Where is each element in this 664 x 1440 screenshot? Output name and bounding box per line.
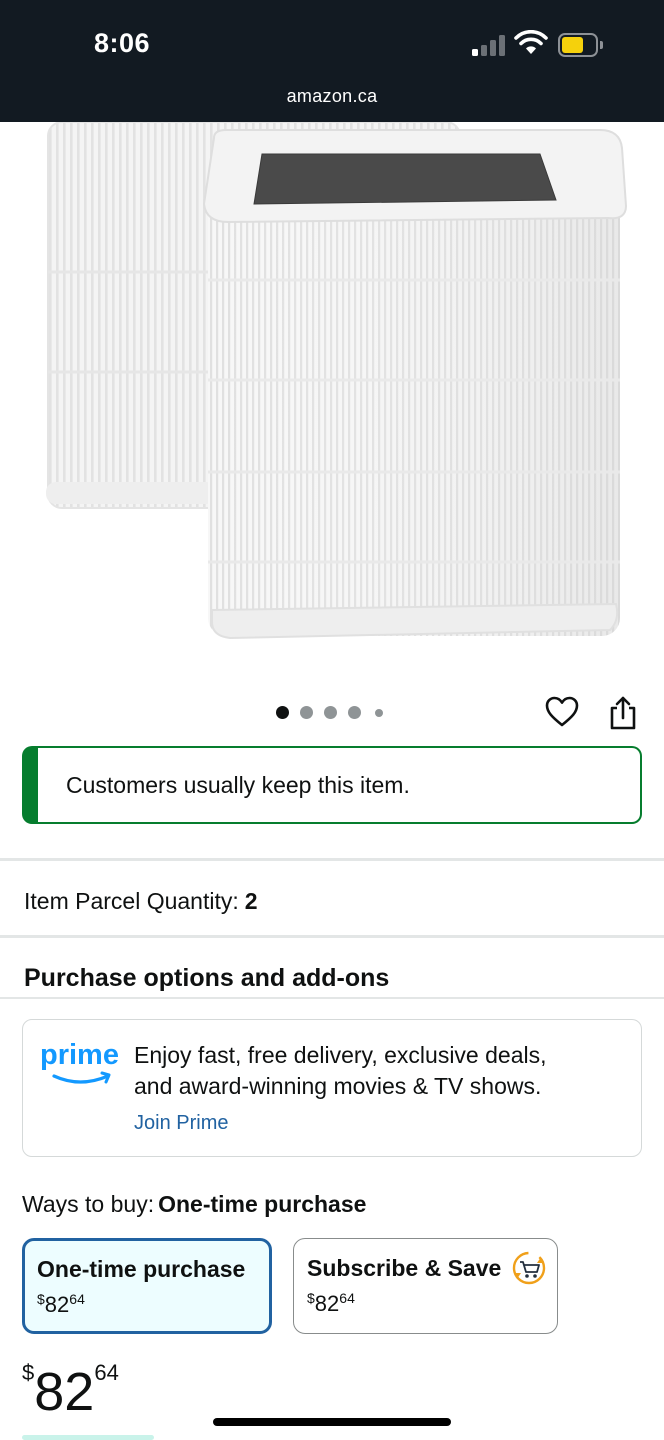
option-price: $8264 bbox=[37, 1291, 85, 1317]
ways-to-buy-label: Ways to buy: bbox=[22, 1191, 155, 1217]
option-title: Subscribe & Save bbox=[307, 1255, 502, 1281]
carousel-dot[interactable] bbox=[324, 706, 337, 719]
parcel-quantity-label: Item Parcel Quantity: bbox=[24, 888, 239, 914]
price-whole: 82 bbox=[34, 1362, 95, 1422]
browser-url[interactable]: amazon.ca bbox=[0, 86, 664, 107]
carousel-dot[interactable] bbox=[375, 709, 383, 717]
divider bbox=[0, 858, 664, 861]
option-title: One-time purchase bbox=[37, 1256, 246, 1282]
divider bbox=[0, 997, 664, 999]
carousel-dot[interactable] bbox=[276, 706, 289, 719]
product-price: $8264 bbox=[22, 1360, 119, 1423]
subscribe-and-save-option[interactable]: Subscribe & Save $8264 bbox=[293, 1238, 558, 1334]
divider bbox=[0, 935, 664, 938]
ways-to-buy: Ways to buy: One-time purchase bbox=[22, 1191, 366, 1218]
parcel-quantity-value: 2 bbox=[244, 888, 258, 914]
one-time-purchase-option[interactable]: One-time purchase $8264 bbox=[22, 1238, 272, 1334]
parcel-quantity: Item Parcel Quantity: 2 bbox=[24, 888, 258, 915]
carousel-dot[interactable] bbox=[300, 706, 313, 719]
option-price: $8264 bbox=[307, 1290, 355, 1316]
share-icon[interactable] bbox=[606, 694, 640, 732]
subscribe-cart-icon bbox=[512, 1251, 546, 1285]
signal-icon bbox=[472, 34, 506, 56]
prime-benefit-line-2: and award-winning movies & TV shows. bbox=[134, 1073, 542, 1099]
battery-icon bbox=[558, 33, 604, 57]
purchase-options-title: Purchase options and add-ons bbox=[24, 964, 390, 992]
home-indicator[interactable] bbox=[213, 1418, 451, 1426]
prime-logo: prime bbox=[40, 1039, 119, 1084]
heart-icon[interactable] bbox=[544, 694, 580, 730]
price-currency: $ bbox=[22, 1360, 35, 1385]
product-image[interactable] bbox=[0, 122, 664, 662]
price-fraction: 64 bbox=[94, 1360, 119, 1385]
status-bar: 8:06 amazon.ca bbox=[0, 0, 664, 122]
wifi-icon bbox=[514, 30, 548, 54]
prime-logo-text: prime bbox=[40, 1039, 119, 1071]
keep-item-text: Customers usually keep this item. bbox=[66, 772, 410, 798]
ways-to-buy-value: One-time purchase bbox=[158, 1191, 367, 1217]
prime-benefit-line-1: Enjoy fast, free delivery, exclusive dea… bbox=[134, 1042, 547, 1068]
deal-badge-edge bbox=[22, 1435, 154, 1440]
status-time: 8:06 bbox=[94, 28, 151, 58]
join-prime-link[interactable]: Join Prime bbox=[134, 1112, 228, 1135]
carousel-dot[interactable] bbox=[348, 706, 361, 719]
